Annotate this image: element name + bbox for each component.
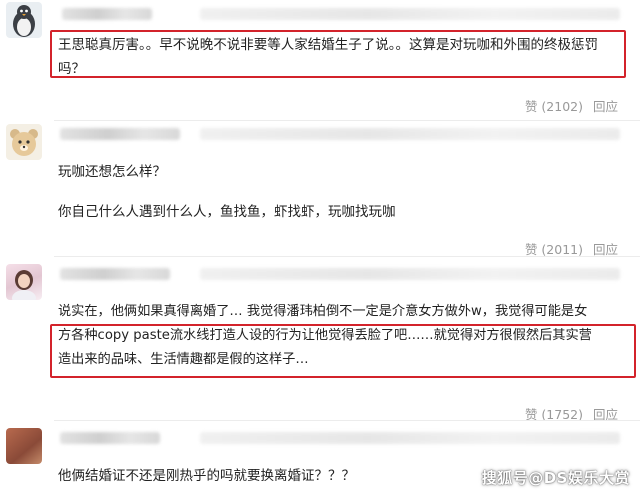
like-button[interactable]: 赞 (2102) — [525, 96, 583, 115]
comment-actions: 赞 (2102) 回应 — [525, 96, 618, 115]
username-blurred — [200, 432, 620, 444]
divider — [54, 120, 640, 121]
username-blurred — [200, 8, 620, 20]
avatar-cartoon-bear[interactable] — [6, 124, 42, 160]
divider — [54, 256, 640, 257]
username-blurred[interactable] — [60, 432, 160, 444]
comment-item: 王思聪真厉害。。早不说晚不说非要等人家结婚生子了说。。这算是对玩咖和外围的终极惩… — [0, 0, 640, 122]
comment-text-line: 你自己什么人遇到什么人，鱼找鱼，虾找虾，玩咖找玩咖 — [58, 204, 396, 220]
comment-item: 说实在，他俩如果真得离婚了… 我觉得潘玮柏倒不一定是介意女方做外w，我觉得可能是… — [0, 258, 640, 422]
username-blurred[interactable] — [60, 128, 180, 140]
avatar-photo[interactable] — [6, 264, 42, 300]
avatar-photo[interactable] — [6, 428, 42, 464]
watermark: 搜狐号@DS娱乐大赏 — [481, 469, 630, 487]
avatar-penguin[interactable] — [6, 2, 42, 38]
comment-text: 王思聪真厉害。。早不说晚不说非要等人家结婚生子了说。。这算是对玩咖和外围的终极惩… — [58, 37, 598, 77]
comment-text-line: 造出来的品味、生活情趣都是假的这样子… — [58, 352, 309, 367]
comment-text-line: 方各种copy paste流水线打造人设的行为让他觉得丢脸了吧……就觉得对方很假… — [58, 328, 592, 343]
comment-item: 玩咖还想怎么样？ 你自己什么人遇到什么人，鱼找鱼，虾找虾，玩咖找玩咖 赞 (20… — [0, 122, 640, 258]
comment-text-line: 玩咖还想怎么样？ — [58, 164, 166, 180]
username-blurred — [200, 128, 620, 140]
username-blurred[interactable] — [62, 8, 152, 20]
username-blurred — [200, 268, 620, 280]
divider — [54, 420, 640, 421]
username-blurred[interactable] — [60, 268, 170, 280]
reply-button[interactable]: 回应 — [593, 96, 618, 115]
comment-text-line: 说实在，他俩如果真得离婚了… 我觉得潘玮柏倒不一定是介意女方做外w，我觉得可能是… — [58, 304, 588, 319]
